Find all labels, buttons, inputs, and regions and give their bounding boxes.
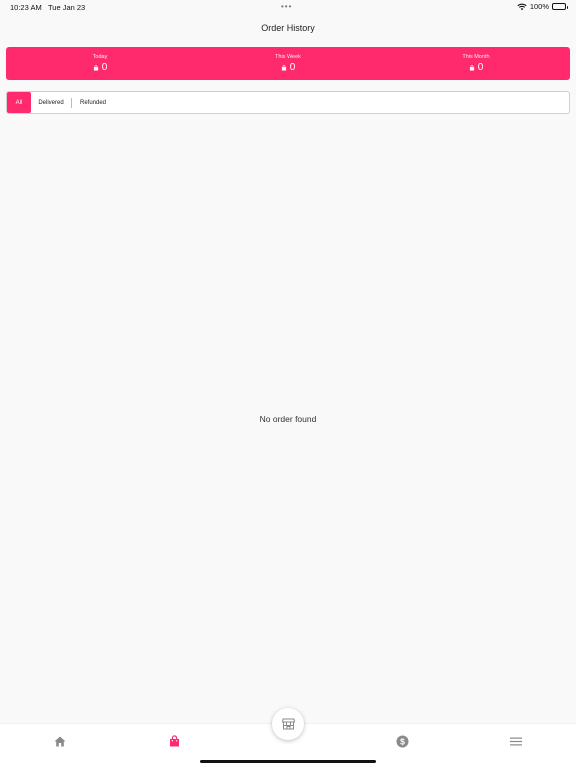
tab-refunded[interactable]: Refunded <box>72 92 114 113</box>
order-summary-banner: Today 0 This Week 0 This Month 0 <box>6 47 570 80</box>
status-right: 100% <box>517 2 568 11</box>
multitasking-dots[interactable]: ••• <box>281 2 292 11</box>
page-title: Order History <box>261 23 315 33</box>
tab-all[interactable]: All <box>7 92 31 113</box>
status-bar: 10:23 AM Tue Jan 23 ••• 100% <box>0 0 576 14</box>
battery-percent: 100% <box>529 2 549 11</box>
store-icon <box>281 718 295 730</box>
nav-home[interactable] <box>50 734 70 748</box>
summary-value: 0 <box>289 62 296 73</box>
shopping-bag-icon <box>169 735 179 747</box>
summary-label: Today <box>92 54 108 60</box>
shopping-bag-icon <box>93 64 98 71</box>
summary-today: Today 0 <box>6 47 194 80</box>
tab-delivered[interactable]: Delivered <box>31 92 71 113</box>
home-icon <box>54 736 66 746</box>
summary-this-week: This Week 0 <box>194 47 382 80</box>
status-time: 10:23 AM Tue Jan 23 <box>10 3 86 12</box>
home-indicator[interactable] <box>200 760 376 763</box>
summary-label: This Week <box>275 54 301 60</box>
nav-menu[interactable] <box>506 734 526 748</box>
summary-label: This Month <box>462 54 490 60</box>
dollar-icon: $ <box>396 735 408 747</box>
nav-money[interactable]: $ <box>392 734 412 748</box>
summary-this-month: This Month 0 <box>382 47 570 80</box>
empty-state-message: No order found <box>259 414 317 424</box>
summary-value: 0 <box>101 62 108 73</box>
nav-orders[interactable] <box>164 734 184 748</box>
summary-value: 0 <box>477 62 484 73</box>
wifi-icon <box>517 3 527 10</box>
menu-icon <box>510 737 522 745</box>
shopping-bag-icon <box>281 64 286 71</box>
svg-text:$: $ <box>400 736 405 746</box>
order-filter-tabs: All Delivered Refunded <box>6 91 570 114</box>
store-button[interactable] <box>272 708 304 740</box>
battery-icon <box>552 3 568 10</box>
shopping-bag-icon <box>469 64 474 71</box>
